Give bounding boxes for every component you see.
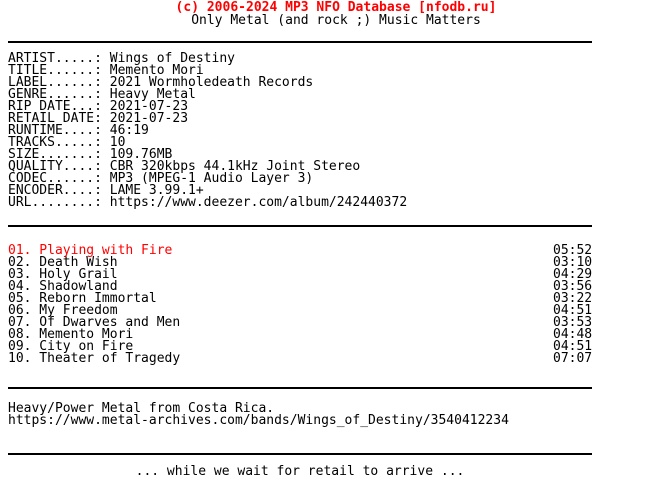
header-gap [0,27,672,41]
track-duration: 07:07 [553,351,593,366]
release-notes: Heavy/Power Metal from Costa Rica. https:… [0,402,672,428]
metadata-row: URL........: https://www.deezer.com/albu… [8,195,672,210]
tracklist-gap-bottom [0,365,672,387]
track-title: 10. Theater of Tragedy [8,351,181,366]
track-row: 10. Theater of Tragedy 07:07 [8,351,672,366]
nfo-footer: ... while we wait for retail to arrive .… [0,465,672,478]
metadata-gap-bottom [0,209,672,225]
notes-gap-bottom [0,427,672,453]
footer-message: ... while we wait for retail to arrive .… [135,464,465,479]
nfo-header: (c) 2006-2024 MP3 NFO Database [nfodb.ru… [0,0,672,27]
release-note-line: https://www.metal-archives.com/bands/Win… [8,413,509,428]
metadata-value: https://www.deezer.com/album/242440372 [109,195,408,210]
tracklist: 01. Playing with Fire 05:52 02. Death Wish… [0,244,672,366]
metadata-label: URL........: [8,195,102,210]
header-subtitle: Only Metal (and rock ;) Music Matters [191,13,481,28]
nfo-document: (c) 2006-2024 MP3 NFO Database [nfodb.ru… [0,0,672,504]
metadata-list: ARTIST.....: Wings of Destiny TITLE......… [0,52,672,210]
